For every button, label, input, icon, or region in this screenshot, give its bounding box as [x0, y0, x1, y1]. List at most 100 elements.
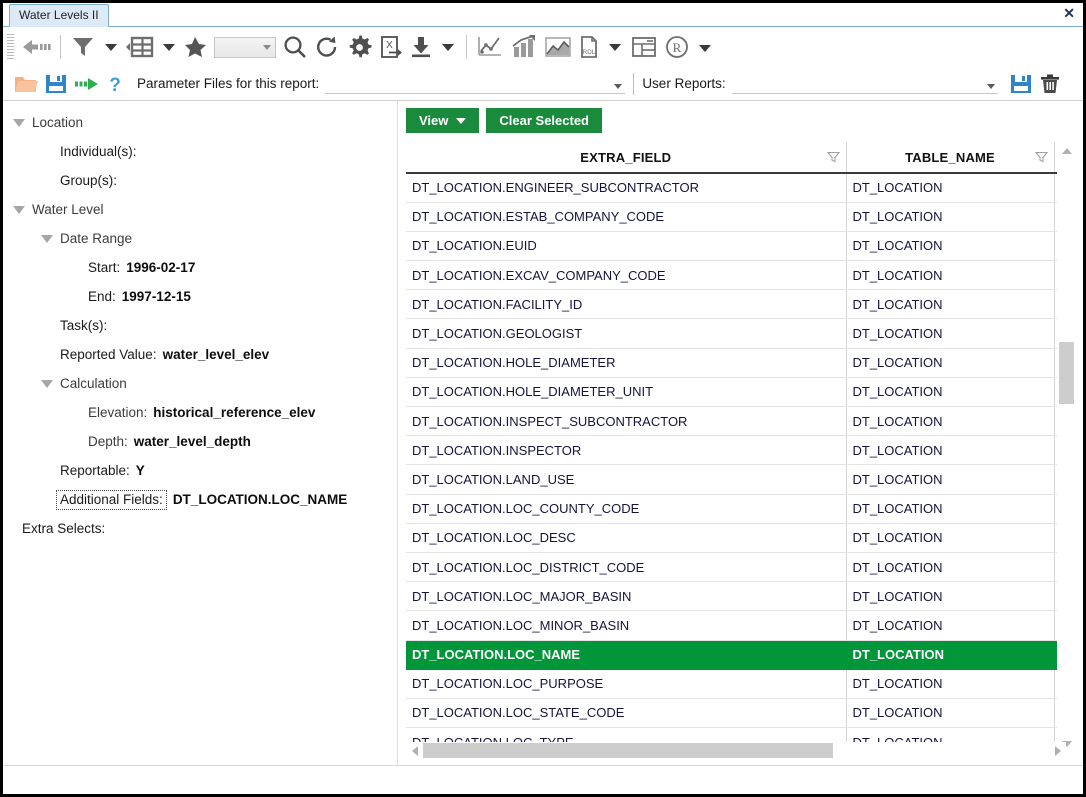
expander-triangle-icon[interactable] [41, 234, 53, 243]
clear-selected-button[interactable]: Clear Selected [486, 108, 602, 133]
grid-insert-icon[interactable] [123, 30, 157, 64]
table-row[interactable]: DT_LOCATION.LAND_USEDT_LOCATIONL [406, 464, 1075, 495]
tree-node[interactable]: Location [3, 108, 397, 137]
table-row[interactable]: DT_LOCATION.LOC_NAMEDT_LOCATIONL [406, 640, 1075, 670]
tree-node[interactable]: Elevation: historical_reference_elev [3, 398, 397, 427]
table-cell-extra-field: DT_LOCATION.LOC_MINOR_BASIN [406, 610, 847, 641]
table-row[interactable]: DT_LOCATION.EXCAV_COMPANY_CODE DT_LOCATIO… [406, 260, 1075, 291]
tree-node-label: Extra Selects: [22, 521, 106, 536]
overflow-dropdown-icon[interactable] [693, 31, 717, 67]
rdl-dropdown-icon[interactable] [603, 30, 627, 64]
tree-node[interactable]: Date Range [3, 224, 397, 253]
table-row[interactable]: DT_LOCATION.ESTAB_COMPANY_CODE DT_LOCATIO… [406, 202, 1075, 232]
search-icon[interactable] [279, 30, 311, 64]
table-row[interactable]: DT_LOCATION.LOC_COUNTY_CODEDT_LOCATIONL [406, 494, 1075, 524]
table-row[interactable]: DT_LOCATION.EUIDDT_LOCATIONE [406, 231, 1075, 262]
download-dropdown-icon[interactable] [436, 30, 460, 64]
download-icon[interactable] [406, 30, 436, 64]
table-row[interactable]: DT_LOCATION.GEOLOGISTDT_LOCATIONG [406, 318, 1075, 349]
help-question-icon[interactable]: ? [103, 67, 127, 101]
tree-node[interactable]: Extra Selects: [3, 514, 397, 543]
tree-node-label: Task(s): [60, 318, 108, 333]
grid-dropdown-icon[interactable] [157, 30, 181, 64]
table-cell-table-name: DT_LOCATION [846, 231, 1055, 262]
table-row[interactable]: DT_LOCATION.FACILITY_IDDT_LOCATIONF [406, 289, 1075, 320]
horizontal-scroll-thumb[interactable] [423, 743, 833, 758]
tree-node-label: Calculation [60, 376, 127, 391]
svg-text:?: ? [109, 75, 121, 95]
tree-node[interactable]: Calculation [3, 369, 397, 398]
tree-node[interactable]: Depth: water_level_depth [3, 427, 397, 456]
bar-chart-icon[interactable] [507, 30, 541, 64]
table-row[interactable]: DT_LOCATION.LOC_DISTRICT_CODE DT_LOCATION… [406, 552, 1075, 583]
tree-node[interactable]: Group(s): [3, 166, 397, 195]
toolbar-grip-handle[interactable] [7, 34, 14, 60]
chevron-down-icon [614, 83, 623, 89]
scroll-up-icon[interactable] [1058, 142, 1075, 159]
layout-table-icon[interactable] [627, 30, 661, 64]
table-cell-table-name: DT_LOCATION [846, 435, 1055, 466]
table-row[interactable]: DT_LOCATION.LOC_PURPOSEDT_LOCATIONL [406, 669, 1075, 699]
table-row[interactable]: DT_LOCATION.ENGINEER_SUBCONTRACTOR DT_LOC… [406, 173, 1075, 203]
line-chart-icon[interactable] [473, 30, 507, 64]
table-cell-extra-field: DT_LOCATION.LOC_DESC [406, 523, 847, 553]
vertical-scroll-thumb[interactable] [1059, 342, 1074, 404]
tree-node-content: Reportable: [60, 463, 130, 478]
refresh-icon[interactable] [311, 30, 343, 64]
tree-node-value: historical_reference_elev [153, 405, 316, 420]
trash-icon[interactable] [1036, 67, 1064, 101]
column-header-table-name[interactable]: TABLE_NAME [846, 142, 1055, 174]
folder-open-icon[interactable] [11, 67, 41, 101]
rdl-report-icon[interactable]: RDL [575, 30, 603, 64]
scroll-left-icon[interactable] [406, 742, 423, 759]
table-row[interactable]: DT_LOCATION.LOC_MAJOR_BASINDT_LOCATIONL [406, 581, 1075, 612]
tab-water-levels-ii[interactable]: Water Levels II [9, 4, 109, 27]
save-user-report-icon[interactable] [1006, 67, 1036, 101]
area-chart-icon[interactable] [541, 30, 575, 64]
filter-icon[interactable] [826, 151, 840, 164]
column-header-extra-field[interactable]: EXTRA_FIELD [406, 142, 847, 174]
save-icon[interactable] [41, 67, 71, 101]
tree-node[interactable]: Start: 1996-02-17 [3, 253, 397, 282]
table-row[interactable]: DT_LOCATION.LOC_DESCDT_LOCATIONL [406, 523, 1075, 553]
tree-node[interactable]: Task(s): [3, 311, 397, 340]
run-arrow-icon[interactable] [71, 67, 103, 101]
table-row[interactable]: DT_LOCATION.INSPECT_SUBCONTRACTOR DT_LOCA… [406, 406, 1075, 437]
grid-horizontal-scrollbar[interactable] [406, 742, 1066, 759]
export-excel-icon[interactable]: X [376, 30, 406, 64]
tree-node-value: water_level_depth [133, 434, 251, 449]
table-row[interactable]: DT_LOCATION.HOLE_DIAMETER_UNIT DT_LOCATIO… [406, 377, 1075, 408]
table-row[interactable]: DT_LOCATION.HOLE_DIAMETERDT_LOCATIONH [406, 348, 1075, 378]
tree-node[interactable]: End: 1997-12-15 [3, 282, 397, 311]
svg-text:X: X [386, 40, 393, 51]
table-row[interactable]: DT_LOCATION.LOC_STATE_CODEDT_LOCATIONL [406, 698, 1075, 729]
user-reports-select[interactable] [731, 74, 998, 94]
table-row[interactable]: DT_LOCATION.LOC_MINOR_BASINDT_LOCATIONL [406, 610, 1075, 641]
tree-node[interactable]: Reportable: Y [3, 456, 397, 485]
view-button[interactable]: View [406, 108, 480, 133]
back-arrow-icon[interactable] [18, 30, 54, 64]
table-cell-table-name: DT_LOCATION [846, 581, 1055, 612]
combo-selector[interactable] [211, 30, 279, 64]
tree-node-label: Date Range [60, 231, 133, 246]
settings-gear-icon[interactable] [343, 30, 376, 64]
filter-dropdown-icon[interactable] [99, 30, 123, 64]
tree-node[interactable]: Additional Fields: DT_LOCATION.LOC_NAME [3, 485, 397, 514]
scroll-right-icon[interactable] [1049, 742, 1066, 759]
tree-node-label: Elevation: [88, 405, 148, 420]
tree-node[interactable]: Reported Value: water_level_elev [3, 340, 397, 369]
close-icon[interactable]: ✕ [1063, 6, 1075, 20]
tree-node[interactable]: Individual(s): [3, 137, 397, 166]
expander-triangle-icon[interactable] [41, 379, 53, 388]
filter-icon[interactable] [67, 30, 99, 64]
r-stats-icon[interactable]: R [661, 30, 693, 64]
horizontal-scroll-track[interactable] [423, 743, 1049, 758]
table-row[interactable]: DT_LOCATION.INSPECTORDT_LOCATIONI [406, 435, 1075, 466]
expander-triangle-icon[interactable] [13, 118, 25, 127]
grid-vertical-scrollbar[interactable] [1057, 142, 1075, 752]
tree-node[interactable]: Water Level [3, 195, 397, 224]
pin-icon[interactable] [181, 30, 211, 64]
filter-icon[interactable] [1034, 151, 1048, 164]
expander-triangle-icon[interactable] [13, 205, 25, 214]
parameter-files-select[interactable] [325, 74, 626, 94]
